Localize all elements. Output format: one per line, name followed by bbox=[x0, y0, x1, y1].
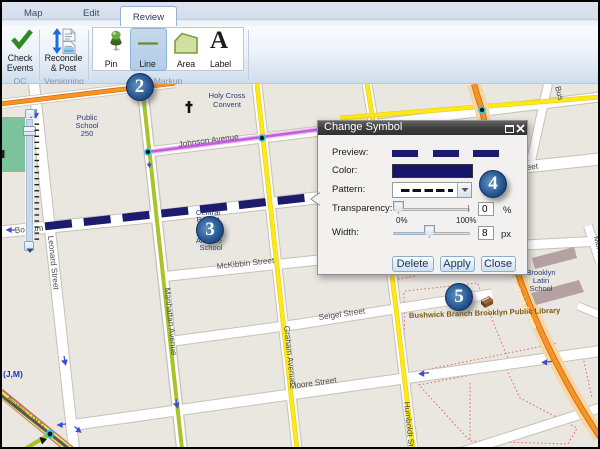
svg-text:School: School bbox=[530, 284, 553, 293]
svg-text:Convent: Convent bbox=[213, 100, 242, 109]
svg-text:(J,M): (J,M) bbox=[3, 369, 23, 379]
svg-text:Holy Cross: Holy Cross bbox=[209, 91, 246, 100]
svg-text:School: School bbox=[200, 243, 223, 252]
svg-text:250: 250 bbox=[81, 129, 94, 138]
svg-text:eet: eet bbox=[526, 162, 539, 172]
